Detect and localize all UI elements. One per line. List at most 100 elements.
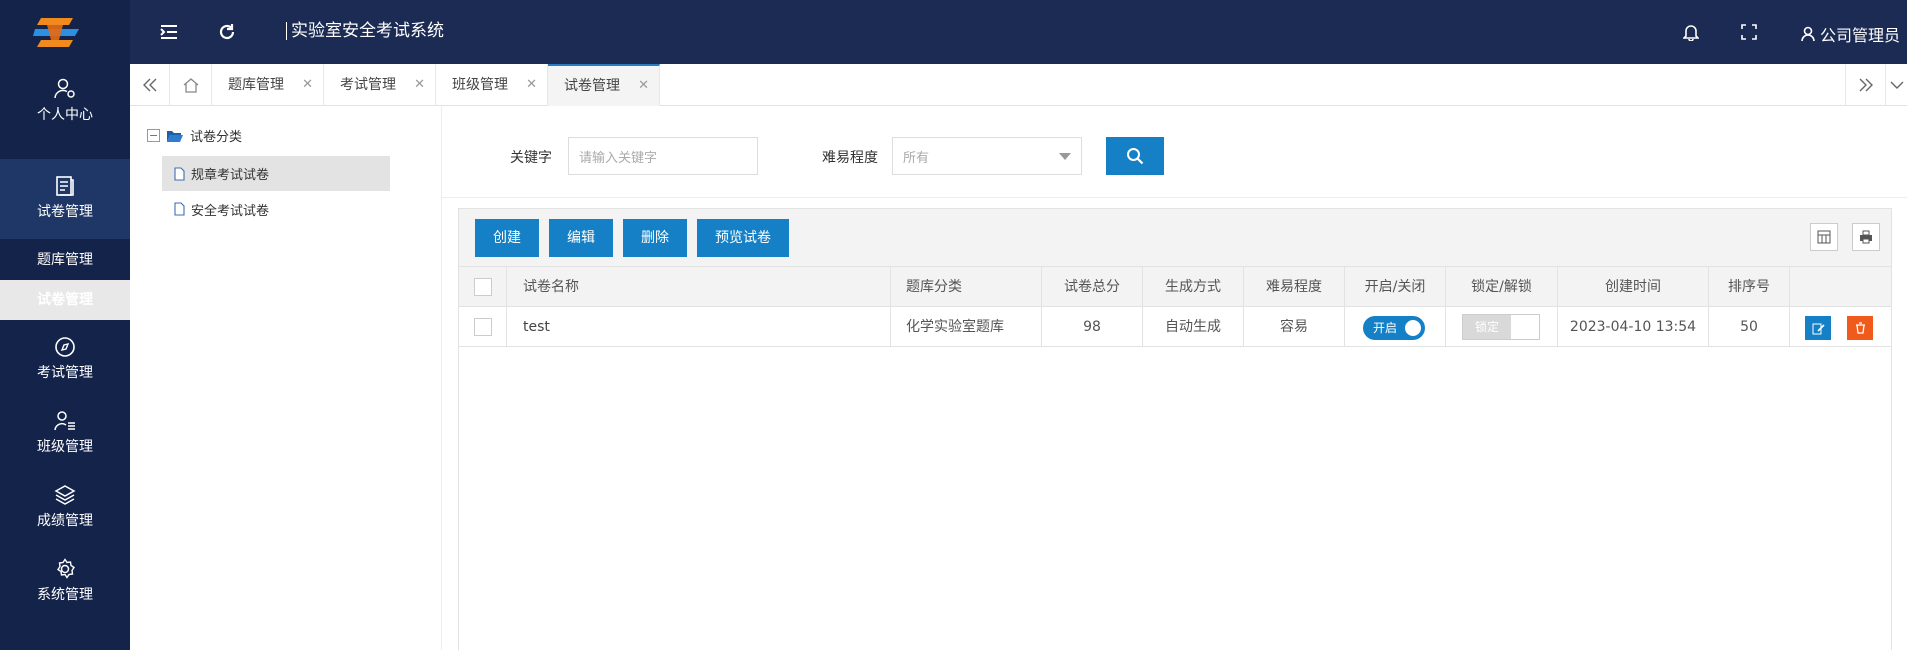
edit-row-icon[interactable]	[1805, 316, 1831, 340]
method-cell: 自动生成	[1143, 307, 1244, 347]
difficulty-select-value: 所有	[903, 150, 930, 166]
actions-cell	[1790, 307, 1893, 347]
tab-exam-paper[interactable]: 试卷管理 ✕	[548, 64, 660, 106]
sidebar-item-score[interactable]: 成绩管理	[0, 484, 130, 544]
tab-label: 题库管理	[228, 77, 284, 93]
fullscreen-icon[interactable]	[1737, 20, 1761, 44]
row-checkbox[interactable]	[474, 318, 492, 336]
column-header[interactable]: 开启/关闭	[1345, 267, 1446, 307]
home-icon[interactable]	[170, 64, 212, 106]
actions-header	[1790, 267, 1893, 307]
column-header[interactable]: 试卷名称	[507, 267, 891, 307]
column-header[interactable]: 创建时间	[1558, 267, 1709, 307]
table-toolbar: 创建 编辑 删除 预览试卷	[459, 209, 1891, 267]
close-icon[interactable]: ✕	[302, 64, 313, 106]
close-icon[interactable]: ✕	[414, 64, 425, 106]
system-title: 实验室安全考试系统	[286, 22, 444, 40]
lock-toggle-switch[interactable]: 锁定	[1462, 314, 1540, 340]
document-icon	[56, 176, 74, 196]
user-name: 公司管理员	[1819, 26, 1900, 45]
search-button[interactable]	[1106, 137, 1164, 175]
bell-icon[interactable]	[1679, 20, 1703, 44]
column-header[interactable]: 难易程度	[1244, 267, 1345, 307]
order-cell: 50	[1709, 307, 1790, 347]
tab-scroll-left-icon[interactable]	[130, 64, 170, 106]
menu-toggle-icon[interactable]	[157, 20, 181, 44]
sidebar-item-system[interactable]: 系统管理	[0, 558, 130, 618]
sidebar-subitem-question-bank[interactable]: 题库管理	[0, 240, 130, 280]
keyword-label: 关键字	[510, 150, 552, 166]
column-header[interactable]: 试卷总分	[1042, 267, 1143, 307]
select-all-checkbox[interactable]	[474, 278, 492, 296]
difficulty-select[interactable]: 所有	[892, 137, 1082, 175]
preview-paper-button[interactable]: 预览试卷	[697, 219, 789, 257]
created-time-cell: 2023-04-10 13:54	[1558, 307, 1709, 347]
sidebar-item-exam[interactable]: 考试管理	[0, 336, 130, 396]
refresh-icon[interactable]	[215, 20, 239, 44]
tab-label: 考试管理	[340, 77, 396, 93]
sidebar-label: 个人中心	[37, 107, 93, 123]
tree-root[interactable]: 试卷分类	[147, 126, 242, 145]
table-row[interactable]: test 化学实验室题库 98 自动生成 容易 开启 锁定 2023-04-10…	[459, 307, 1891, 347]
collapse-icon[interactable]	[147, 129, 160, 142]
user-menu[interactable]: 公司管理员	[1800, 22, 1900, 46]
delete-button[interactable]: 删除	[623, 219, 687, 257]
file-icon	[174, 166, 185, 181]
columns-icon[interactable]	[1810, 223, 1838, 251]
paper-name-cell: test	[507, 307, 891, 347]
tree-item-regulation-paper[interactable]: 规章考试试卷	[162, 156, 390, 191]
tree-item-label: 规章考试试卷	[191, 168, 270, 183]
paper-category-tree: 试卷分类 规章考试试卷 安全考试试卷	[130, 106, 442, 650]
compass-icon	[55, 337, 75, 357]
keyword-input[interactable]: 请输入关键字	[568, 137, 758, 175]
score-cell: 98	[1042, 307, 1143, 347]
print-icon[interactable]	[1852, 223, 1880, 251]
sidebar-item-class[interactable]: 班级管理	[0, 410, 130, 470]
tab-label: 班级管理	[452, 77, 508, 93]
search-bar: 关键字 请输入关键字 难易程度 所有	[442, 106, 1907, 198]
tab-question-bank[interactable]: 题库管理 ✕	[212, 64, 324, 106]
sidebar-subitem-exam-paper[interactable]: 试卷管理	[0, 280, 130, 320]
sidebar-label: 班级管理	[37, 439, 93, 455]
column-header[interactable]: 锁定/解锁	[1446, 267, 1558, 307]
user-list-icon	[54, 411, 75, 431]
toggle-label: 锁定	[1463, 315, 1511, 339]
sidebar-item-exam-paper[interactable]: 试卷管理	[0, 159, 130, 239]
tab-label: 试卷管理	[564, 78, 620, 94]
file-icon	[174, 202, 185, 216]
open-toggle-switch[interactable]: 开启	[1363, 316, 1425, 340]
open-toggle-cell: 开启	[1345, 307, 1446, 347]
layers-icon	[54, 485, 76, 505]
tab-strip: 题库管理 ✕ 考试管理 ✕ 班级管理 ✕ 试卷管理 ✕	[130, 64, 1907, 106]
sidebar-item-personal-center[interactable]: 个人中心	[0, 78, 130, 148]
search-icon	[1127, 148, 1144, 165]
select-all-cell	[459, 267, 507, 307]
tree-root-label: 试卷分类	[190, 130, 243, 145]
tab-menu-chevron-down-icon[interactable]	[1885, 64, 1907, 106]
user-gear-icon	[54, 78, 75, 99]
column-header[interactable]: 生成方式	[1143, 267, 1244, 307]
sidebar-label: 系统管理	[37, 587, 93, 603]
sidebar: 个人中心 试卷管理 题库管理 试卷管理 考试管理 班级管理 成绩管理 系统管理	[0, 64, 130, 650]
row-select-cell	[459, 307, 507, 347]
tree-item-safety-paper[interactable]: 安全考试试卷	[162, 195, 390, 223]
lock-toggle-cell: 锁定	[1446, 307, 1558, 347]
create-button[interactable]: 创建	[475, 219, 539, 257]
sidebar-label: 成绩管理	[37, 513, 93, 529]
paper-table-panel: 创建 编辑 删除 预览试卷 试卷名称 题库分类 试卷总分 生成方式 难易程度 开…	[458, 208, 1892, 650]
difficulty-label: 难易程度	[822, 150, 878, 166]
tab-scroll-right-icon[interactable]	[1845, 64, 1885, 106]
app-logo	[0, 0, 130, 64]
close-icon[interactable]: ✕	[526, 64, 537, 106]
top-header: 实验室安全考试系统 公司管理员	[0, 0, 1907, 64]
column-header[interactable]: 排序号	[1709, 267, 1790, 307]
edit-button[interactable]: 编辑	[549, 219, 613, 257]
tab-exam[interactable]: 考试管理 ✕	[324, 64, 436, 106]
tab-class[interactable]: 班级管理 ✕	[436, 64, 548, 106]
column-header[interactable]: 题库分类	[891, 267, 1042, 307]
delete-row-icon[interactable]	[1847, 316, 1873, 340]
table-header: 试卷名称 题库分类 试卷总分 生成方式 难易程度 开启/关闭 锁定/解锁 创建时…	[459, 267, 1891, 307]
close-icon[interactable]: ✕	[638, 66, 649, 106]
toggle-knob	[1405, 320, 1421, 336]
toggle-label: 开启	[1373, 321, 1398, 335]
